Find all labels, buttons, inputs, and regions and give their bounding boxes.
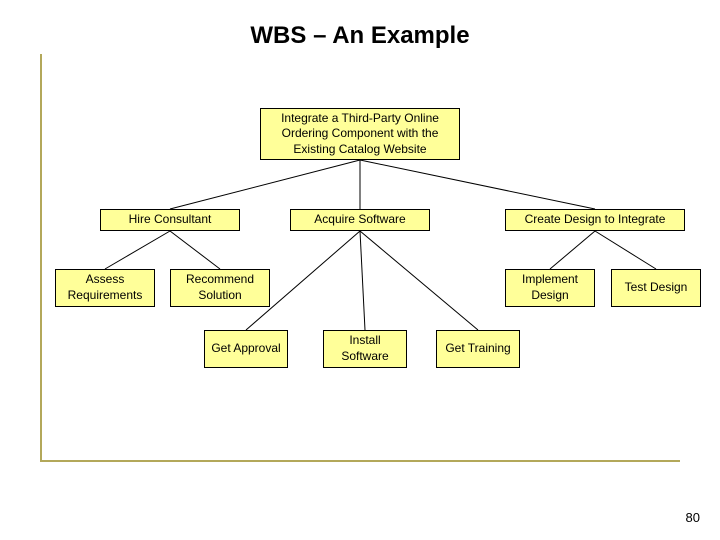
wbs-approval-label: Get Approval	[211, 341, 280, 357]
wbs-acquire-label: Acquire Software	[314, 212, 405, 228]
wbs-acquire-software: Acquire Software	[290, 209, 430, 231]
wbs-get-training: Get Training	[436, 330, 520, 368]
wbs-test-label: Test Design	[625, 280, 688, 296]
wbs-get-approval: Get Approval	[204, 330, 288, 368]
wbs-install-label: Install Software	[330, 333, 400, 364]
wbs-hire-label: Hire Consultant	[129, 212, 212, 228]
wbs-implement-label: Implement Design	[512, 272, 588, 303]
wbs-assess-label: Assess Requirements	[62, 272, 148, 303]
title-text: WBS – An Example	[238, 22, 481, 50]
wbs-implement-design: Implement Design	[505, 269, 595, 307]
slide-frame-bottom	[40, 460, 680, 462]
wbs-install-software: Install Software	[323, 330, 407, 368]
wbs-training-label: Get Training	[445, 341, 510, 357]
wbs-create-design: Create Design to Integrate	[505, 209, 685, 231]
wbs-test-design: Test Design	[611, 269, 701, 307]
wbs-assess-requirements: Assess Requirements	[55, 269, 155, 307]
wbs-root-label: Integrate a Third-Party Online Ordering …	[267, 111, 453, 158]
page-title: WBS – An Example	[0, 18, 720, 54]
wbs-recommend-solution: Recommend Solution	[170, 269, 270, 307]
wbs-root: Integrate a Third-Party Online Ordering …	[260, 108, 460, 160]
slide-frame	[40, 30, 680, 460]
wbs-hire-consultant: Hire Consultant	[100, 209, 240, 231]
wbs-create-label: Create Design to Integrate	[525, 212, 666, 228]
page-number: 80	[686, 510, 700, 525]
wbs-recommend-label: Recommend Solution	[177, 272, 263, 303]
